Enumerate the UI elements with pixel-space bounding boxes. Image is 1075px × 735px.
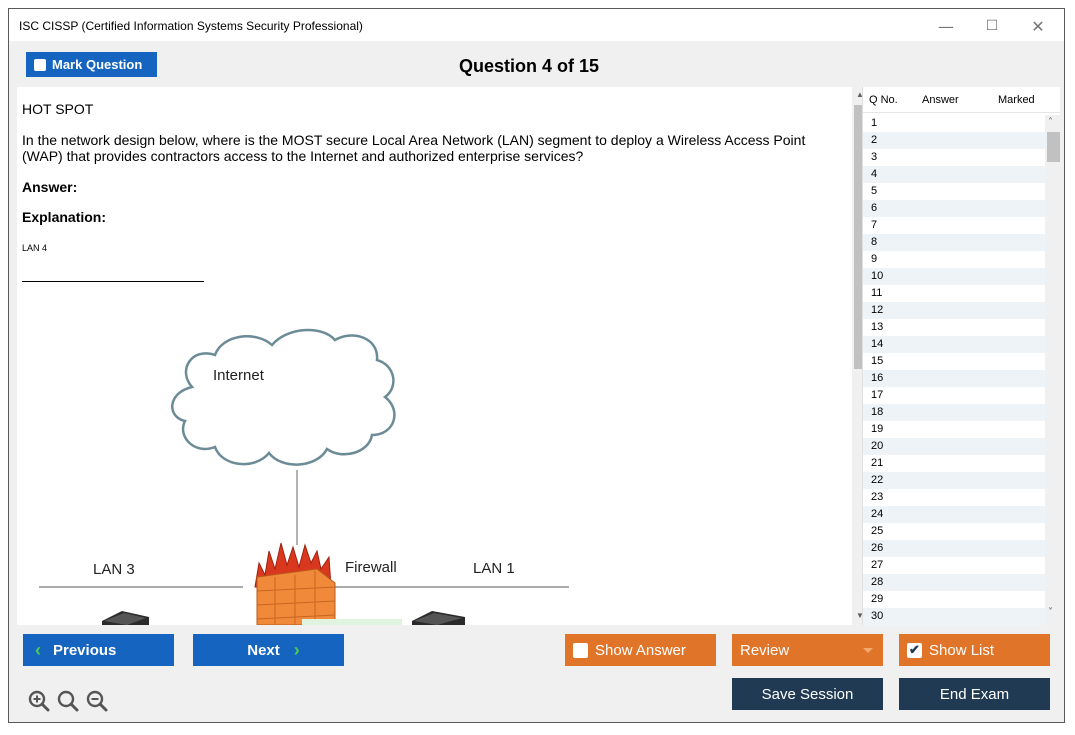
- list-item[interactable]: 30: [863, 608, 1045, 625]
- internet-label: Internet: [213, 367, 265, 384]
- question-text: In the network design below, where is th…: [22, 132, 806, 164]
- list-item[interactable]: 10: [863, 268, 1045, 285]
- app-window: ISC CISSP (Certified Information Systems…: [8, 8, 1065, 723]
- list-item[interactable]: 13: [863, 319, 1045, 336]
- list-item[interactable]: 5: [863, 183, 1045, 200]
- maximize-icon[interactable]: ☐: [969, 13, 1015, 39]
- review-label: Review: [740, 641, 790, 659]
- list-item[interactable]: 11: [863, 285, 1045, 302]
- zoom-out-icon[interactable]: [85, 689, 109, 713]
- previous-button[interactable]: ‹ Previous: [23, 634, 174, 666]
- list-scroll-down-icon[interactable]: ˅: [1048, 607, 1053, 618]
- list-scroll-thumb[interactable]: [1047, 132, 1060, 162]
- list-item[interactable]: 12: [863, 302, 1045, 319]
- divider: [22, 281, 204, 282]
- answer-label: Answer:: [22, 179, 78, 195]
- explanation-label: Explanation:: [22, 209, 107, 225]
- question-scrollbar[interactable]: ▲ ▼: [852, 87, 862, 625]
- list-item[interactable]: 4: [863, 166, 1045, 183]
- chevron-right-icon: ›: [293, 639, 300, 660]
- list-item[interactable]: 19: [863, 421, 1045, 438]
- list-item[interactable]: 6: [863, 200, 1045, 217]
- question-list: Q No. Answer Marked 1 2 3 4 5 6 7 8 9 10…: [862, 87, 1060, 625]
- question-rows: 1 2 3 4 5 6 7 8 9 10 11 12 13 14 15 16 1…: [863, 115, 1045, 625]
- show-answer-button[interactable]: Show Answer: [565, 634, 716, 666]
- list-item[interactable]: 14: [863, 336, 1045, 353]
- column-q-no[interactable]: Q No.: [869, 94, 898, 106]
- server-icon-lan1: [412, 611, 465, 625]
- column-marked[interactable]: Marked: [998, 94, 1035, 106]
- save-session-label: Save Session: [761, 685, 854, 703]
- network-diagram: Internet LAN 3 Firewall LAN 1: [39, 328, 569, 625]
- internet-cloud-shape: [171, 328, 396, 466]
- firewall-label: Firewall: [345, 559, 397, 576]
- end-exam-label: End Exam: [939, 685, 1010, 703]
- title-bar: ISC CISSP (Certified Information Systems…: [9, 9, 1064, 41]
- list-item[interactable]: 25: [863, 523, 1045, 540]
- list-item[interactable]: 3: [863, 149, 1045, 166]
- list-item[interactable]: 27: [863, 557, 1045, 574]
- save-session-button[interactable]: Save Session: [732, 678, 883, 710]
- list-item[interactable]: 9: [863, 251, 1045, 268]
- list-item[interactable]: 17: [863, 387, 1045, 404]
- list-item[interactable]: 23: [863, 489, 1045, 506]
- list-item[interactable]: 1: [863, 115, 1045, 132]
- question-title: Question 4 of 15: [458, 56, 600, 76]
- question-pane: HOT SPOT In the network design below, wh…: [17, 87, 862, 625]
- show-answer-label: Show Answer: [595, 641, 686, 659]
- question-list-header: Q No. Answer Marked: [863, 87, 1060, 113]
- list-item[interactable]: 29: [863, 591, 1045, 608]
- next-label: Next: [247, 641, 280, 659]
- list-item[interactable]: 7: [863, 217, 1045, 234]
- show-list-label: Show List: [929, 641, 995, 659]
- list-item[interactable]: 24: [863, 506, 1045, 523]
- list-scrollbar[interactable]: ˄ ˅: [1045, 115, 1060, 625]
- list-item[interactable]: 20: [863, 438, 1045, 455]
- scroll-thumb[interactable]: [854, 105, 862, 369]
- list-scroll-up-icon[interactable]: ˄: [1048, 117, 1053, 128]
- question-type: HOT SPOT: [22, 101, 94, 117]
- list-item[interactable]: 2: [863, 132, 1045, 149]
- end-exam-button[interactable]: End Exam: [899, 678, 1050, 710]
- server-icon-lan3: [102, 611, 149, 625]
- list-item[interactable]: 21: [863, 455, 1045, 472]
- next-button[interactable]: Next ›: [193, 634, 344, 666]
- explanation-value: LAN 4: [22, 243, 48, 253]
- list-item[interactable]: 16: [863, 370, 1045, 387]
- column-answer[interactable]: Answer: [922, 94, 959, 106]
- lan1-label: LAN 1: [473, 560, 515, 577]
- review-dropdown[interactable]: Review: [732, 634, 883, 666]
- previous-label: Previous: [53, 641, 117, 659]
- dropdown-arrow-icon: [863, 648, 873, 653]
- close-icon[interactable]: ✕: [1015, 13, 1061, 39]
- list-item[interactable]: 22: [863, 472, 1045, 489]
- zoom-reset-icon[interactable]: [56, 689, 80, 713]
- list-item[interactable]: 26: [863, 540, 1045, 557]
- show-list-button[interactable]: ✔ Show List: [899, 634, 1050, 666]
- minimize-icon[interactable]: —: [923, 13, 969, 39]
- list-item[interactable]: 18: [863, 404, 1045, 421]
- question-header: Mark Question Question 4 of 15: [9, 41, 1064, 87]
- list-item[interactable]: 15: [863, 353, 1045, 370]
- window-title: ISC CISSP (Certified Information Systems…: [19, 19, 363, 33]
- zoom-in-icon[interactable]: [27, 689, 51, 713]
- show-list-checkbox-icon: ✔: [907, 642, 922, 658]
- chevron-left-icon: ‹: [35, 639, 41, 660]
- lan3-label: LAN 3: [93, 561, 135, 578]
- show-answer-checkbox-icon: [573, 642, 588, 658]
- list-item[interactable]: 28: [863, 574, 1045, 591]
- firewall-icon: [256, 568, 336, 625]
- list-item[interactable]: 8: [863, 234, 1045, 251]
- lan-highlight: [302, 619, 402, 625]
